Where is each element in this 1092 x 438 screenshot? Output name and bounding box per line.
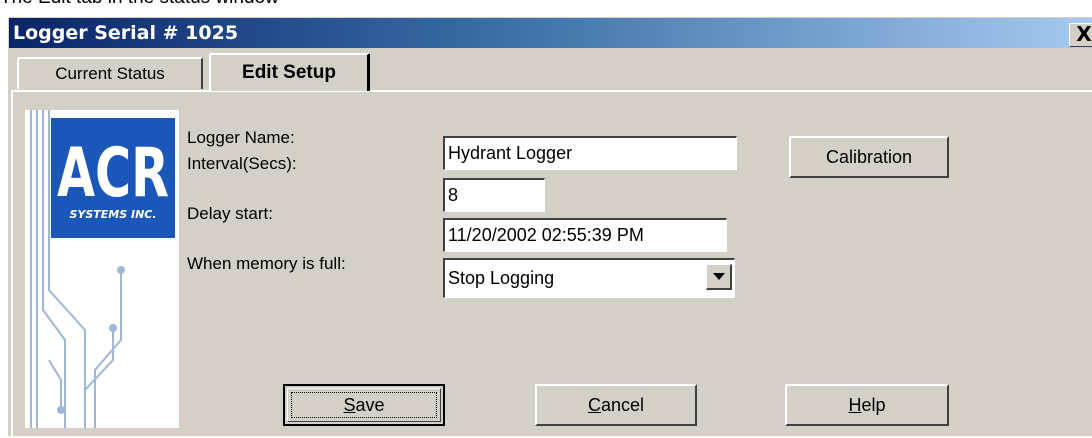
close-icon: X (1076, 22, 1092, 46)
close-button[interactable]: X (1069, 23, 1092, 47)
memory-full-value: Stop Logging (448, 268, 555, 288)
memory-full-label: When memory is full: (187, 254, 346, 273)
save-button[interactable]: Save (283, 384, 445, 426)
logger-name-label: Logger Name: (187, 128, 295, 147)
calibration-button-label: Calibration (825, 147, 913, 167)
figure-caption: The Edit tab in the status window (0, 0, 279, 8)
cancel-button[interactable]: Cancel (535, 384, 697, 426)
edit-setup-panel: ACR SYSTEMS INC. Logger Name: Interval(S… (11, 90, 1092, 438)
acr-logo-graphic: ACR SYSTEMS INC. (25, 110, 179, 428)
tab-edit-setup[interactable]: Edit Setup (209, 53, 370, 91)
help-button[interactable]: Help (785, 384, 949, 426)
save-button-label: Save (343, 395, 385, 415)
interval-label: Interval(Secs): (187, 154, 297, 173)
tab-current-status[interactable]: Current Status (17, 57, 203, 89)
logger-dialog: Logger Serial # 1025 X Current Status Ed… (8, 17, 1092, 438)
calibration-button[interactable]: Calibration (789, 136, 949, 178)
logo-text: ACR (57, 134, 169, 213)
logger-name-field[interactable] (443, 136, 737, 170)
help-button-label: Help (848, 395, 886, 415)
acr-logo: ACR SYSTEMS INC. (25, 110, 179, 428)
delay-start-input[interactable] (448, 220, 723, 250)
memory-full-select[interactable]: Stop Logging (443, 258, 735, 298)
interval-input[interactable] (448, 180, 541, 210)
logger-name-input[interactable] (448, 138, 733, 168)
interval-field[interactable] (443, 178, 545, 212)
chevron-down-icon (712, 272, 725, 280)
delay-start-label: Delay start: (187, 204, 273, 223)
logo-subtext: SYSTEMS INC. (69, 208, 156, 221)
title-bar[interactable]: Logger Serial # 1025 X (9, 18, 1092, 48)
delay-start-field[interactable] (443, 218, 727, 252)
dropdown-button[interactable] (706, 264, 732, 290)
window-title: Logger Serial # 1025 (13, 22, 239, 44)
cancel-button-label: Cancel (587, 395, 645, 415)
